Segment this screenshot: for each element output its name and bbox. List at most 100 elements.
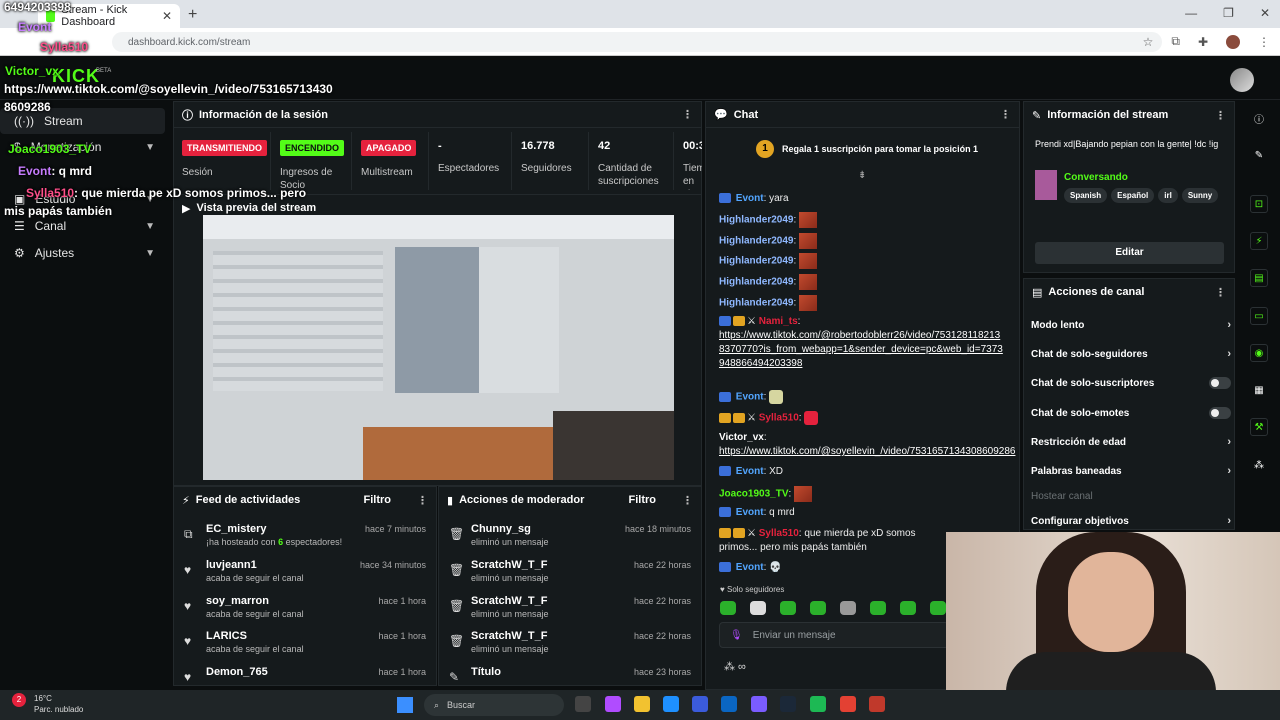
feed-user[interactable]: luvjeann1	[206, 559, 257, 571]
layout-icon[interactable]: ▦	[1250, 381, 1268, 399]
emote-1-icon[interactable]	[720, 601, 736, 615]
mod-user[interactable]: ScratchW_T_F	[471, 595, 547, 607]
action-banned-words[interactable]: Palabras baneadas ›	[1031, 461, 1231, 481]
puzzle-icon[interactable]: ✚	[1198, 35, 1208, 49]
edge-icon[interactable]	[663, 696, 679, 712]
list-icon[interactable]: ▤	[1250, 269, 1268, 287]
chat-message-input[interactable]: 🎙 Enviar un mensaje	[719, 622, 949, 648]
copilot-icon[interactable]	[605, 696, 621, 712]
chat-bubble-icon[interactable]: ▭	[1250, 307, 1268, 325]
add-widget-icon[interactable]: ⁂	[1250, 456, 1268, 474]
emote-3-icon[interactable]	[780, 601, 796, 615]
obs-icon[interactable]	[869, 696, 885, 712]
more-options-icon[interactable]: ⋮	[1000, 108, 1011, 121]
mod-user[interactable]: Chunny_sg	[471, 523, 531, 535]
chat-username[interactable]: Nami_ts	[759, 316, 798, 327]
feed-user[interactable]: LARICS	[206, 630, 247, 642]
weather-widget[interactable]: 16°C Parc. nublado	[34, 693, 83, 715]
action-subscribers-only: Chat de solo-suscriptores	[1031, 373, 1231, 393]
emotes-only-toggle[interactable]	[1209, 407, 1231, 419]
feed-user[interactable]: EC_mistery	[206, 523, 267, 535]
chat-username[interactable]: Highlander2049	[719, 215, 793, 226]
file-explorer-icon[interactable]	[634, 696, 650, 712]
clip-icon[interactable]: ⊡	[1250, 195, 1268, 213]
chat-username[interactable]: Victor_vx	[719, 432, 764, 443]
store-icon[interactable]	[692, 696, 708, 712]
taskbar-search[interactable]: ⌕ Buscar	[424, 694, 564, 716]
edit-button[interactable]: Editar	[1035, 242, 1224, 264]
scroll-down-icon[interactable]: ⇟	[858, 170, 866, 181]
overlay-user-joaco: Joaco1903_TV	[8, 142, 92, 156]
task-view-icon[interactable]	[575, 696, 591, 712]
minimize-icon[interactable]: —	[1185, 6, 1197, 20]
chat-username[interactable]: Highlander2049	[719, 236, 793, 247]
feed-filter-button[interactable]: Filtro	[364, 494, 392, 506]
emote-6-icon[interactable]	[870, 601, 886, 615]
more-options-icon[interactable]: ⋮	[1215, 109, 1226, 122]
chat-username[interactable]: Evont	[736, 466, 764, 477]
spotify-icon[interactable]	[810, 696, 826, 712]
search-icon: ⌕	[434, 699, 440, 710]
chat-username[interactable]: Sylla510	[759, 413, 799, 424]
emote-7-icon[interactable]	[900, 601, 916, 615]
chat-username[interactable]: Joaco1903_TV	[719, 489, 789, 500]
steam-icon[interactable]	[780, 696, 796, 712]
more-options-icon[interactable]: ⋮	[682, 494, 693, 507]
more-options-icon[interactable]: ⋮	[682, 108, 693, 121]
pinned-gift-banner[interactable]: 1 Regala 1 suscripción para tomar la pos…	[756, 140, 978, 158]
pencil-icon[interactable]: ✎	[1250, 146, 1268, 164]
chat-settings-icon[interactable]: ⁂ ∞	[724, 660, 746, 673]
chat-username[interactable]: Sylla510	[759, 528, 799, 539]
chat-username[interactable]: Highlander2049	[719, 256, 793, 267]
discord-icon[interactable]	[751, 696, 767, 712]
chat-message: https://www.tiktok.com/@soyellevin_/vide…	[719, 445, 1015, 459]
windows-start-icon[interactable]	[397, 697, 413, 713]
outlook-icon[interactable]	[721, 696, 737, 712]
feed-user[interactable]: Demon_765	[206, 666, 268, 678]
emote-5-icon[interactable]	[840, 601, 856, 615]
lightning-icon[interactable]: ⚡	[1250, 232, 1268, 250]
emote-2-icon[interactable]	[750, 601, 766, 615]
mod-user[interactable]: ScratchW_T_F	[471, 630, 547, 642]
stream-preview-video[interactable]	[203, 215, 674, 480]
chat-username[interactable]: Highlander2049	[719, 277, 793, 288]
emote-8-icon[interactable]	[930, 601, 946, 615]
user-avatar[interactable]	[1230, 68, 1254, 92]
chat-username[interactable]: Evont	[736, 392, 764, 403]
chat-link[interactable]: https://www.tiktok.com/@soyellevin_/vide…	[719, 446, 1015, 457]
extension-icon[interactable]: ⧉	[1171, 34, 1180, 49]
browser-profile-avatar[interactable]	[1226, 34, 1240, 49]
mod-user[interactable]: Título	[471, 666, 501, 678]
wrench-icon[interactable]: ⚒	[1250, 418, 1268, 436]
sidebar-item-ajustes[interactable]: ⚙ Ajustes ▼	[0, 240, 165, 266]
microphone-icon[interactable]: 🎙	[730, 630, 743, 641]
action-age-restriction[interactable]: Restricción de edad ›	[1031, 432, 1231, 452]
action-configure-goals[interactable]: Configurar objetivos ›	[1031, 511, 1231, 531]
chat-username[interactable]: Evont	[736, 507, 764, 518]
url-field[interactable]: dashboard.kick.com/stream	[112, 32, 1162, 52]
close-window-icon[interactable]: ✕	[1260, 6, 1270, 20]
chrome-icon[interactable]	[840, 696, 856, 712]
chat-username[interactable]: Evont	[736, 562, 764, 573]
bookmark-star-icon[interactable]: ☆	[1143, 35, 1154, 49]
chat-username[interactable]: Evont	[736, 193, 764, 204]
new-tab-button[interactable]: +	[188, 6, 197, 24]
maximize-icon[interactable]: ❐	[1223, 6, 1234, 20]
chat-link[interactable]: https://www.tiktok.com/@robertodoblerr26…	[719, 330, 1003, 369]
close-tab-icon[interactable]: ✕	[162, 9, 172, 23]
menu-dots-icon[interactable]: ⋮	[1258, 35, 1270, 49]
mod-filter-button[interactable]: Filtro	[629, 494, 657, 506]
emote-4-icon[interactable]	[810, 601, 826, 615]
feed-user[interactable]: soy_marron	[206, 595, 269, 607]
category-name[interactable]: Conversando	[1064, 172, 1128, 183]
chat-username[interactable]: Highlander2049	[719, 298, 793, 309]
action-slow-mode[interactable]: Modo lento ›	[1031, 315, 1231, 335]
mod-user[interactable]: ScratchW_T_F	[471, 559, 547, 571]
subscribers-only-toggle[interactable]	[1209, 377, 1231, 389]
info-icon[interactable]: ⓘ	[1250, 109, 1268, 127]
weather-notification-badge[interactable]: 2	[12, 693, 26, 707]
action-followers-only[interactable]: Chat de solo-seguidores ›	[1031, 344, 1231, 364]
broadcast-icon[interactable]: ◉	[1250, 344, 1268, 362]
more-options-icon[interactable]: ⋮	[417, 494, 428, 507]
more-options-icon[interactable]: ⋮	[1215, 286, 1226, 299]
